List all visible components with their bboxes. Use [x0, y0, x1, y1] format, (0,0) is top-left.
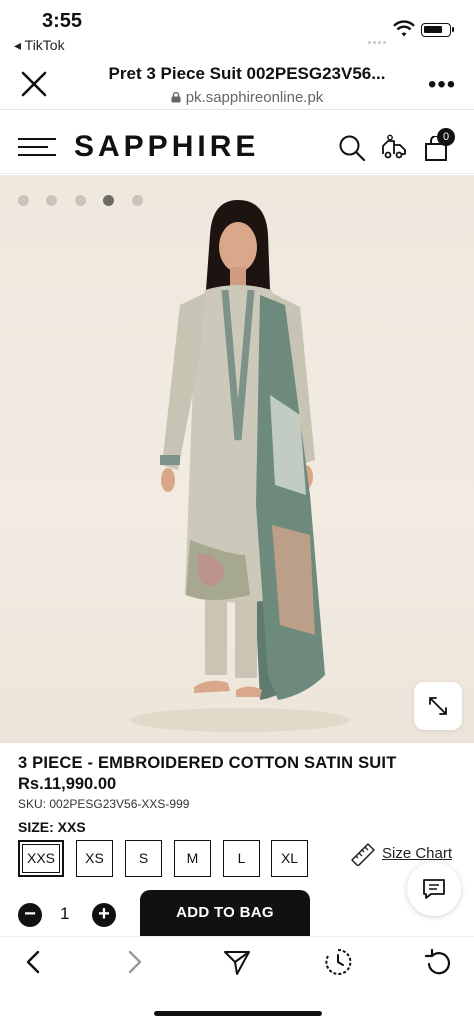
ruler-icon — [351, 843, 375, 866]
quantity-value: 1 — [60, 904, 70, 923]
quantity-increase-button[interactable]: + — [92, 903, 116, 927]
expand-icon[interactable] — [414, 682, 462, 730]
size-label: SIZE: XXS — [18, 819, 86, 835]
size-option-m[interactable]: M — [174, 840, 211, 877]
delivery-truck-icon[interactable] — [380, 134, 408, 162]
brand-logo[interactable]: SAPPHIRE — [74, 130, 259, 164]
browser-toolbar — [0, 936, 474, 1025]
back-arrow-icon[interactable] — [18, 947, 48, 977]
browser-header: Pret 3 Piece Suit 002PESG23V56... pk.sap… — [0, 58, 474, 110]
size-chart-label: Size Chart — [382, 845, 453, 862]
more-options-button[interactable]: ••• — [428, 73, 456, 97]
home-indicator — [154, 1011, 322, 1016]
url-text: pk.sapphireonline.pk — [185, 89, 324, 106]
forward-arrow-icon[interactable] — [120, 947, 150, 977]
chat-icon[interactable] — [407, 862, 461, 916]
size-option-xs[interactable]: XS — [76, 840, 113, 877]
product-price: Rs.11,990.00 — [18, 775, 117, 793]
size-option-s[interactable]: S — [125, 840, 162, 877]
add-to-bag-button[interactable]: ADD TO BAG — [140, 890, 310, 936]
status-bar: 3:55 ◂ TikTok — [0, 0, 474, 58]
reload-icon[interactable] — [424, 947, 454, 977]
size-option-xl[interactable]: XL — [271, 840, 308, 877]
url-bar[interactable]: pk.sapphireonline.pk — [0, 89, 474, 106]
product-image[interactable] — [0, 175, 474, 743]
hamburger-icon[interactable] — [18, 138, 56, 158]
gallery-dot[interactable] — [18, 195, 29, 206]
battery-icon — [421, 23, 454, 37]
history-icon[interactable] — [323, 947, 353, 977]
gallery-dot[interactable] — [46, 195, 58, 206]
wifi-icon — [393, 20, 415, 37]
back-to-app-link[interactable]: ◂ TikTok — [14, 37, 65, 54]
model-illustration — [130, 200, 350, 732]
status-time: 3:55 — [42, 10, 83, 32]
site-header: SAPPHIRE 0 — [0, 112, 474, 174]
quantity-decrease-button[interactable]: − — [18, 903, 42, 927]
page-title: Pret 3 Piece Suit 002PESG23V56... — [108, 64, 386, 83]
cart-count-badge: 0 — [437, 128, 455, 146]
search-icon[interactable] — [338, 134, 366, 162]
size-option-xxs[interactable]: XXS — [18, 840, 64, 877]
product-sku: SKU: 002PESG23V56-XXS-999 — [18, 797, 190, 811]
lock-icon — [171, 92, 181, 103]
size-option-l[interactable]: L — [223, 840, 260, 877]
gallery-dot[interactable] — [74, 195, 86, 206]
signal-icon — [368, 31, 390, 44]
product-title: 3 PIECE - EMBROIDERED COTTON SATIN SUIT — [18, 754, 397, 772]
send-icon[interactable] — [222, 947, 252, 977]
